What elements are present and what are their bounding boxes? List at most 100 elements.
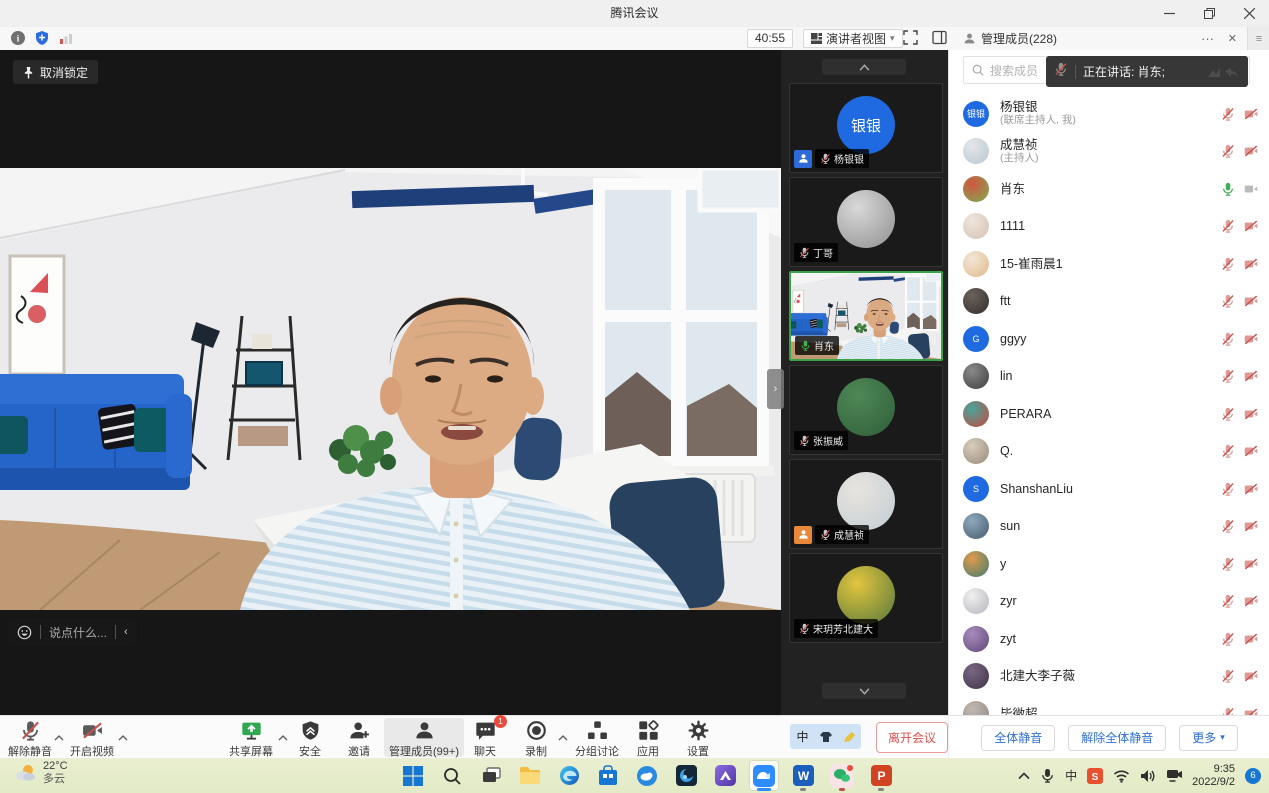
taskbar-purple-a-app-icon[interactable]: [710, 760, 740, 791]
member-row-ftt[interactable]: ftt: [949, 283, 1269, 321]
toolbar-gear-button[interactable]: 设置: [672, 719, 724, 759]
mic-muted-icon[interactable]: [1221, 332, 1235, 346]
toolbar-expand-caret[interactable]: [118, 728, 128, 746]
member-row-ggyy[interactable]: Gggyy: [949, 320, 1269, 358]
ime-skin-icon[interactable]: [815, 726, 836, 747]
mic-muted-icon[interactable]: [1221, 482, 1235, 496]
unmute-all-button[interactable]: 解除全体静音: [1068, 725, 1166, 751]
tray-display-device-icon[interactable]: [1166, 769, 1182, 782]
panel-drag-grip[interactable]: ≡: [1247, 27, 1269, 50]
mic-muted-icon[interactable]: [1221, 144, 1235, 158]
video-thumbnail-肖东[interactable]: 肖东: [789, 271, 943, 361]
restore-button[interactable]: [1189, 0, 1229, 27]
mic-on-icon[interactable]: [1221, 182, 1235, 196]
video-thumbnail-宋玥芳北建大[interactable]: 宋玥芳北建大: [789, 553, 943, 643]
scroll-up-button[interactable]: [822, 59, 906, 75]
leave-meeting-button[interactable]: 离开会议: [876, 722, 948, 753]
taskbar-ms-store-icon[interactable]: [593, 760, 623, 791]
more-button[interactable]: 更多▾: [1179, 725, 1238, 751]
tray-chevron-up-icon[interactable]: [1018, 772, 1030, 780]
taskbar-word-icon[interactable]: W: [788, 760, 818, 791]
mic-muted-icon[interactable]: [1221, 707, 1235, 715]
member-row-成慧祯[interactable]: 成慧祯(主持人): [949, 133, 1269, 171]
taskbar-tencent-meeting-icon[interactable]: [749, 760, 779, 791]
view-mode-dropdown[interactable]: 演讲者视图 ▾: [803, 29, 903, 48]
member-row-zyr[interactable]: zyr: [949, 583, 1269, 621]
camera-muted-icon[interactable]: [1244, 219, 1258, 233]
taskbar-weather-widget[interactable]: 22°C 多云: [14, 760, 68, 786]
tray-tray-mic-icon[interactable]: [1040, 768, 1055, 783]
member-row-ShanshanLiu[interactable]: SShanshanLiu: [949, 470, 1269, 508]
camera-muted-icon[interactable]: [1244, 369, 1258, 383]
toolbar-cam-button[interactable]: 开启视频: [64, 719, 120, 759]
mic-muted-icon[interactable]: [1221, 669, 1235, 683]
notification-badge[interactable]: 6: [1245, 768, 1261, 784]
video-thumbnail-丁哥[interactable]: 丁哥: [789, 177, 943, 267]
mic-muted-icon[interactable]: [1221, 107, 1235, 121]
tray-ime-zh-icon[interactable]: 中: [1065, 767, 1077, 784]
camera-muted-icon[interactable]: [1244, 107, 1258, 121]
shield-protect-icon[interactable]: [34, 30, 51, 47]
taskbar-file-explorer-icon[interactable]: [515, 760, 545, 791]
meeting-info-icon[interactable]: i: [10, 30, 27, 47]
mic-muted-icon[interactable]: [1221, 519, 1235, 533]
camera-muted-icon[interactable]: [1244, 594, 1258, 608]
member-row-杨银银[interactable]: 银银杨银银(联席主持人, 我): [949, 95, 1269, 133]
tray-sogou-icon[interactable]: S: [1087, 768, 1103, 784]
taskbar-swirl-app-icon[interactable]: [671, 760, 701, 791]
mic-muted-icon[interactable]: [1221, 632, 1235, 646]
taskbar-task-view-icon[interactable]: [476, 760, 506, 791]
collapse-message-bar-icon[interactable]: ‹: [124, 626, 128, 638]
taskbar-cloud-app-icon[interactable]: [632, 760, 662, 791]
toolbar-groups-button[interactable]: 分组讨论: [566, 719, 628, 759]
ime-lang-chip[interactable]: 中: [792, 726, 813, 747]
toolbar-record-button[interactable]: 录制: [512, 719, 560, 759]
video-thumbnail-张振威[interactable]: 张振威: [789, 365, 943, 455]
camera-muted-icon[interactable]: [1244, 407, 1258, 421]
ime-edit-icon[interactable]: [838, 726, 859, 747]
mic-muted-icon[interactable]: [1221, 557, 1235, 571]
toolbar-shield-button[interactable]: 安全: [284, 719, 336, 759]
video-thumbnail-成慧祯[interactable]: 成慧祯: [789, 459, 943, 549]
camera-muted-icon[interactable]: [1244, 482, 1258, 496]
close-button[interactable]: [1229, 0, 1269, 27]
unpin-button[interactable]: 取消锁定: [13, 60, 98, 84]
camera-muted-icon[interactable]: [1244, 444, 1258, 458]
taskbar-windows-logo-icon[interactable]: [398, 760, 428, 791]
tray-wifi-icon[interactable]: [1113, 769, 1130, 783]
video-thumbnail-杨银银[interactable]: 银银杨银银: [789, 83, 943, 173]
camera-muted-icon[interactable]: [1244, 257, 1258, 271]
member-row-北建大李子薇[interactable]: 北建大李子薇: [949, 658, 1269, 696]
member-row-sun[interactable]: sun: [949, 508, 1269, 546]
thumbnail-strip-handle[interactable]: ›: [767, 369, 784, 409]
camera-muted-icon[interactable]: [1244, 669, 1258, 683]
mic-muted-icon[interactable]: [1221, 594, 1235, 608]
camera-muted-icon[interactable]: [1244, 519, 1258, 533]
camera-muted-icon[interactable]: [1244, 557, 1258, 571]
network-signal-icon[interactable]: [58, 30, 75, 47]
camera-muted-icon[interactable]: [1244, 632, 1258, 646]
toolbar-apps-button[interactable]: 应用: [620, 719, 676, 759]
member-row-PERARA[interactable]: PERARA: [949, 395, 1269, 433]
minimize-button[interactable]: [1149, 0, 1189, 27]
mic-muted-icon[interactable]: [1221, 294, 1235, 308]
quick-message-bar[interactable]: 说点什么... ‹: [8, 618, 137, 646]
toolbar-screen-share-button[interactable]: 共享屏幕: [222, 719, 280, 759]
toolbar-person-plus-button[interactable]: 邀请: [334, 719, 384, 759]
tray-volume-icon[interactable]: [1140, 769, 1156, 783]
taskbar-wechat-icon[interactable]: [827, 760, 857, 791]
member-row-毕微超[interactable]: 毕微超: [949, 695, 1269, 715]
camera-off-icon[interactable]: [1244, 182, 1258, 196]
mic-muted-icon[interactable]: [1221, 369, 1235, 383]
camera-muted-icon[interactable]: [1244, 332, 1258, 346]
member-row-y[interactable]: y: [949, 545, 1269, 583]
emoji-icon[interactable]: [17, 625, 32, 640]
taskbar-search-icon[interactable]: [437, 760, 467, 791]
fullscreen-button[interactable]: [903, 30, 920, 47]
member-row-15-崔雨晨1[interactable]: 15-崔雨晨1: [949, 245, 1269, 283]
panel-more-icon[interactable]: ···: [1201, 31, 1214, 46]
panel-close-icon[interactable]: ✕: [1228, 32, 1237, 45]
mic-muted-icon[interactable]: [1221, 407, 1235, 421]
member-row-肖东[interactable]: 肖东: [949, 170, 1269, 208]
side-panel-toggle-button[interactable]: [932, 30, 949, 47]
